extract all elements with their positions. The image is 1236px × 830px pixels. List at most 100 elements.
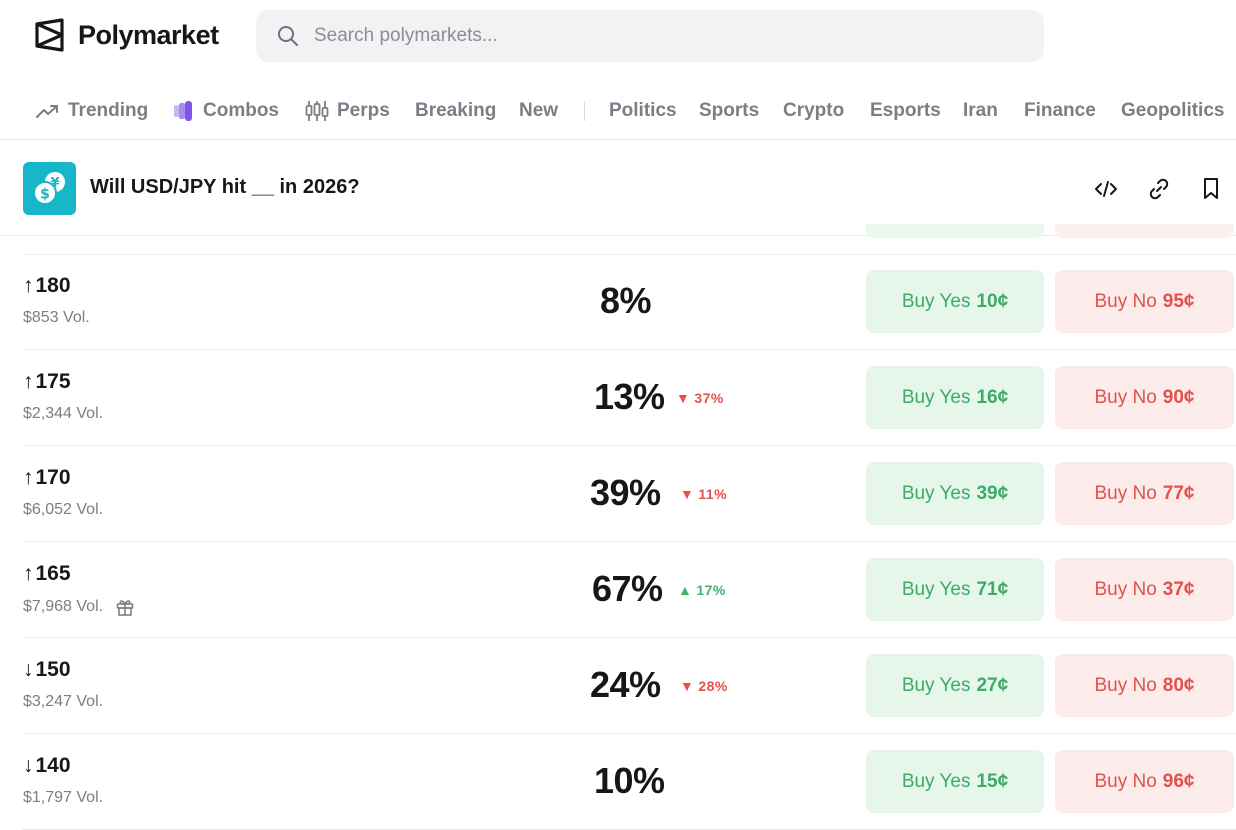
volume-text: $853 Vol.: [23, 309, 90, 326]
previous-row-buy-yes-partial[interactable]: [866, 224, 1044, 238]
direction-arrow: ↑: [23, 274, 34, 297]
volume-text: $7,968 Vol.: [23, 598, 104, 615]
buy-yes-button[interactable]: Buy Yes 27¢: [866, 654, 1044, 717]
nav-item-trending[interactable]: Trending: [36, 98, 148, 124]
volume-text: $2,344 Vol.: [23, 405, 104, 422]
outcome-value: 150: [35, 658, 71, 681]
link-icon: [1149, 178, 1169, 200]
nav-label: Crypto: [783, 100, 845, 121]
yes-price: 39¢: [976, 482, 1009, 504]
outcome-probability: 10%: [594, 760, 665, 801]
search-input[interactable]: [314, 25, 914, 47]
outcome-label: ↑ 165: [23, 562, 71, 586]
previous-row-buy-no-partial[interactable]: [1055, 224, 1234, 238]
buy-yes-button[interactable]: Buy Yes 16¢: [866, 366, 1044, 429]
nav-item-geopolitics[interactable]: Geopolitics: [1121, 98, 1224, 124]
yes-price: 10¢: [976, 290, 1009, 312]
triangle-down-icon: ▼: [680, 486, 695, 502]
nav-item-politics[interactable]: Politics: [609, 98, 677, 124]
change-value: 17%: [696, 582, 726, 598]
combos-icon: [174, 101, 192, 121]
svg-text:$: $: [40, 187, 50, 203]
nav-item-combos[interactable]: Combos: [173, 98, 279, 124]
nav-label: Politics: [609, 100, 677, 121]
yes-price: 71¢: [976, 578, 1009, 600]
outcome-volume: $2,344 Vol.: [23, 405, 103, 423]
buy-yes-button[interactable]: Buy Yes 39¢: [866, 462, 1044, 525]
buy-yes-label: Buy Yes: [901, 290, 971, 312]
buy-no-button[interactable]: Buy No 90¢: [1055, 366, 1234, 429]
trending-icon: [36, 105, 58, 118]
no-price: 77¢: [1162, 482, 1195, 504]
nav-label: Trending: [68, 100, 149, 121]
outcome-row-140[interactable]: ↓ 140 $1,797 Vol. 10% Buy Yes 15¢ Buy No 9…: [0, 734, 1236, 830]
change-value: 37%: [694, 390, 724, 406]
top-bar: Polymarket: [0, 0, 1236, 74]
outcome-row-150[interactable]: ↓ 150 $3,247 Vol. 24% ▼ 28% Buy Yes 27¢ B…: [0, 638, 1236, 734]
nav-label: Sports: [699, 100, 760, 121]
nav-item-breaking[interactable]: Breaking: [415, 98, 496, 124]
buy-yes-button[interactable]: Buy Yes 10¢: [866, 270, 1044, 333]
market-image: ¥ $: [23, 162, 76, 215]
direction-arrow: ↓: [23, 754, 34, 777]
outcome-label: ↑ 170: [23, 466, 71, 490]
bookmark-button[interactable]: [1197, 175, 1225, 203]
outcome-probability: 39%: [590, 472, 661, 513]
nav-item-finance[interactable]: Finance: [1024, 98, 1096, 124]
triangle-up-icon: ▲: [678, 582, 693, 598]
nav-item-crypto[interactable]: Crypto: [783, 98, 844, 124]
buy-yes-button[interactable]: Buy Yes 15¢: [866, 750, 1044, 813]
gift-icon[interactable]: [115, 597, 135, 617]
outcome-probability: 24%: [590, 664, 661, 705]
outcome-label: ↓ 140: [23, 754, 71, 778]
buy-no-button[interactable]: Buy No 80¢: [1055, 654, 1234, 717]
outcome-probability: 8%: [600, 280, 652, 321]
yes-price: 27¢: [976, 674, 1009, 696]
buy-yes-button[interactable]: Buy Yes 71¢: [866, 558, 1044, 621]
outcome-row-175[interactable]: ↑ 175 $2,344 Vol. 13% ▼ 37% Buy Yes 16¢ B…: [0, 350, 1236, 446]
outcome-value: 170: [35, 466, 71, 489]
outcome-row-165[interactable]: ↑ 165 $7,968 Vol. 67% ▲ 17% Buy Yes 71¢ B…: [0, 542, 1236, 638]
buy-no-button[interactable]: Buy No 37¢: [1055, 558, 1234, 621]
nav-item-new[interactable]: New: [519, 98, 558, 124]
nav-item-esports[interactable]: Esports: [870, 98, 941, 124]
outcome-volume: $853 Vol.: [23, 309, 90, 327]
outcome-row-180[interactable]: ↑ 180 $853 Vol. 8% Buy Yes 10¢ Buy No 95¢: [0, 254, 1236, 350]
perps-icon: [305, 101, 329, 121]
buy-yes-label: Buy Yes: [901, 482, 971, 504]
nav-item-iran[interactable]: Iran: [963, 98, 998, 124]
nav-label: Perps: [337, 100, 390, 121]
market-header: ¥ $ Will USD/JPY hit __ in 2026?: [0, 141, 1236, 236]
brand-logo[interactable]: Polymarket: [34, 18, 219, 52]
buy-no-label: Buy No: [1094, 386, 1157, 408]
outcome-row-170[interactable]: ↑ 170 $6,052 Vol. 39% ▼ 11% Buy Yes 39¢ B…: [0, 446, 1236, 542]
no-price: 90¢: [1162, 386, 1195, 408]
search-icon: [278, 26, 298, 46]
change-value: 11%: [698, 486, 728, 502]
bookmark-icon: [1204, 178, 1218, 199]
triangle-down-icon: ▼: [676, 390, 691, 406]
volume-text: $3,247 Vol.: [23, 693, 104, 710]
search-bar[interactable]: [256, 10, 1044, 62]
buy-no-label: Buy No: [1094, 578, 1157, 600]
outcome-value: 140: [35, 754, 71, 777]
probability-change: ▼ 28%: [680, 678, 728, 694]
outcome-value: 175: [35, 370, 71, 393]
probability-change: ▼ 11%: [680, 486, 727, 502]
buy-no-button[interactable]: Buy No 95¢: [1055, 270, 1234, 333]
buy-no-button[interactable]: Buy No 77¢: [1055, 462, 1234, 525]
nav-item-sports[interactable]: Sports: [699, 98, 759, 124]
copy-link-button[interactable]: [1145, 175, 1173, 203]
buy-no-label: Buy No: [1094, 482, 1157, 504]
buy-no-button[interactable]: Buy No 96¢: [1055, 750, 1234, 813]
yes-price: 15¢: [976, 770, 1009, 792]
embed-button[interactable]: [1092, 175, 1120, 203]
nav-item-perps[interactable]: Perps: [305, 98, 390, 124]
no-price: 37¢: [1162, 578, 1195, 600]
outcome-value: 165: [35, 562, 71, 585]
nav-divider: [584, 101, 585, 121]
nav-label: Esports: [870, 100, 941, 121]
outcome-label: ↑ 175: [23, 370, 71, 394]
probability-change: ▼ 37%: [676, 390, 724, 406]
market-title: Will USD/JPY hit __ in 2026?: [90, 176, 360, 198]
